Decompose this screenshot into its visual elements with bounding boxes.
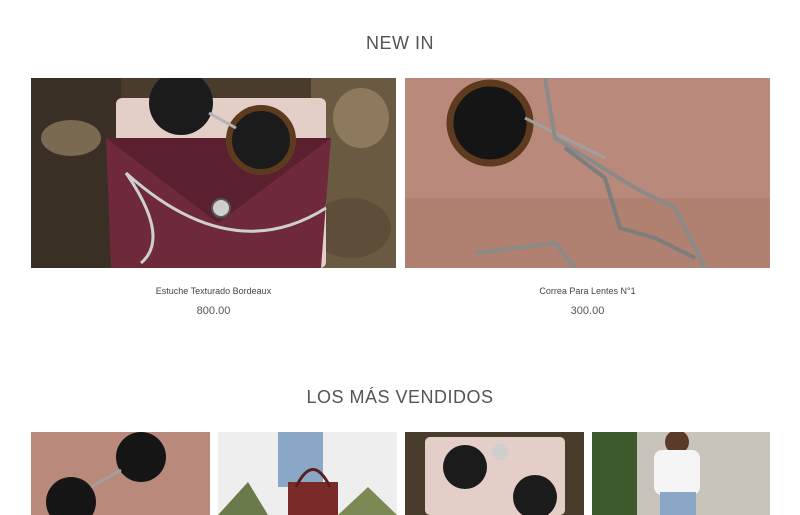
product-price: 800.00 — [196, 305, 231, 317]
product-name[interactable]: Estuche Texturado Bordeaux — [31, 286, 396, 296]
best-seller-image-sunglasses-suede[interactable] — [31, 432, 210, 515]
best-seller-image-case-sunglasses[interactable] — [405, 432, 584, 515]
product-image-bordeaux-case[interactable] — [31, 78, 396, 268]
product-price: 300.00 — [570, 305, 605, 317]
new-in-title: NEW IN — [366, 33, 434, 53]
best-seller-image-tote-bag[interactable] — [218, 432, 397, 515]
best-seller-image-woman-white-top[interactable] — [592, 432, 770, 515]
product-image-sunglasses-chain[interactable] — [405, 78, 770, 268]
best-sellers-title: LOS MÁS VENDIDOS — [306, 387, 494, 407]
product-name[interactable]: Correa Para Lentes N°1 — [405, 286, 770, 296]
